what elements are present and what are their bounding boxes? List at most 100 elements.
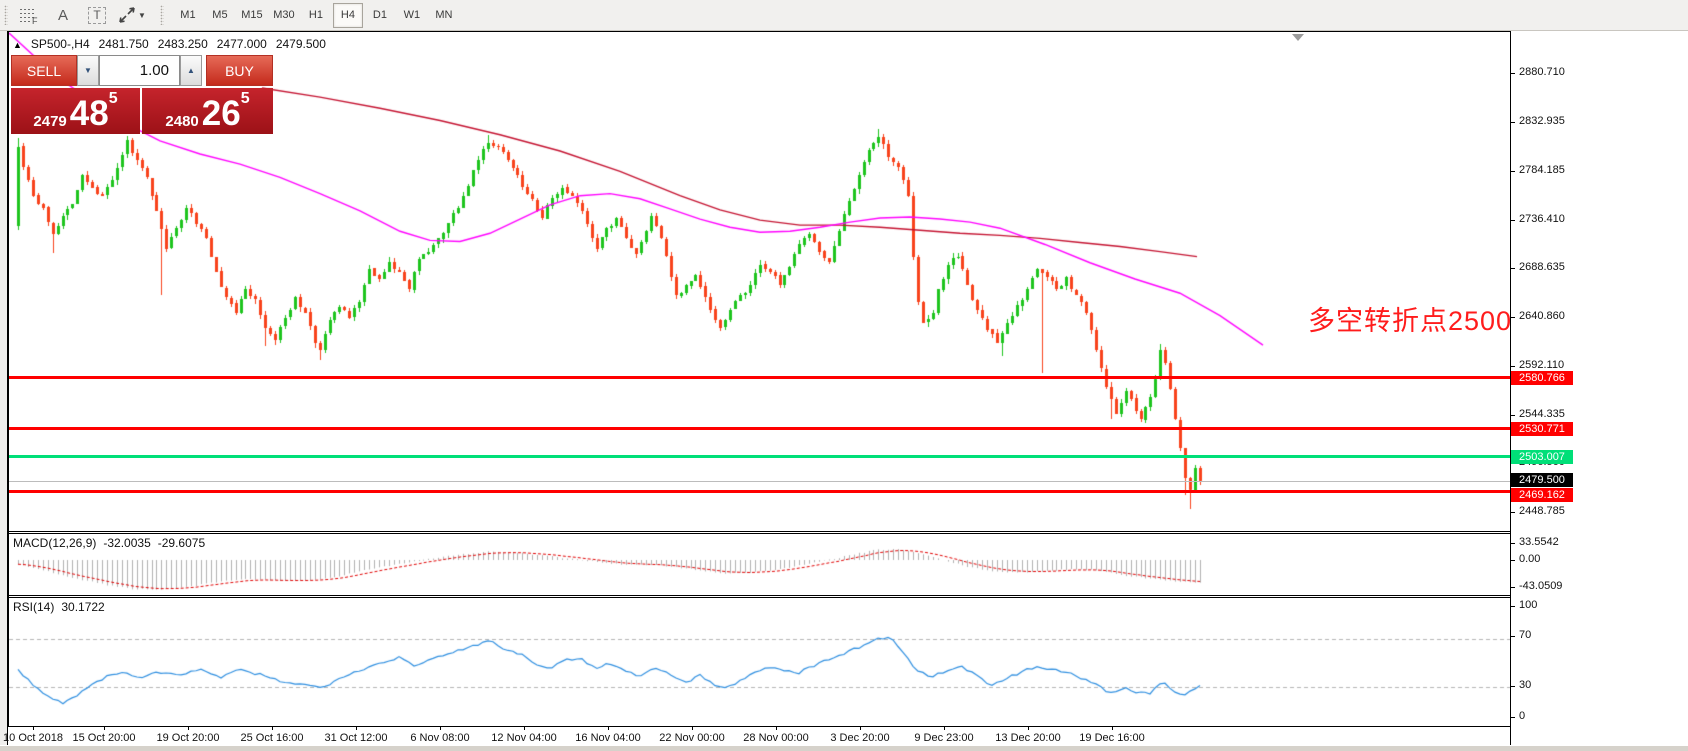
time-tick <box>356 727 357 730</box>
rsi-axis-tick <box>1511 717 1515 718</box>
hline-2580.766[interactable] <box>9 376 1510 380</box>
chevron-down-icon: ▼ <box>138 10 146 20</box>
time-tick <box>524 727 525 730</box>
rsi-indicator-chart[interactable] <box>9 598 1510 726</box>
sell-price-display[interactable]: 2479 48 5 <box>11 88 140 134</box>
macd-axis-label: 0.00 <box>1519 553 1541 565</box>
time-label: 16 Nov 04:00 <box>575 732 641 744</box>
price-tick-label: 2544.335 <box>1519 407 1565 420</box>
buy-price-pips: 26 <box>201 94 241 134</box>
macd-indicator-chart[interactable] <box>9 534 1510 595</box>
buy-price-point: 5 <box>240 90 250 107</box>
sell-price-base: 2479 <box>33 113 67 130</box>
window-left-border <box>7 31 9 745</box>
text-annotation-icon: A <box>57 6 68 24</box>
chart-text-annotation[interactable]: 多空转折点2500 <box>1308 299 1512 338</box>
rsi-axis-tick <box>1511 606 1515 607</box>
text-annotation-tool-button[interactable]: A <box>46 2 80 28</box>
timeframe-button-m1[interactable]: M1 <box>173 3 203 28</box>
sell-price-pips: 48 <box>69 94 109 134</box>
text-label-tool-button[interactable]: T <box>80 2 114 28</box>
price-tick-label: 2592.110 <box>1519 359 1565 372</box>
timeframe-button-m5[interactable]: M5 <box>205 3 235 28</box>
price-tick <box>1511 414 1515 416</box>
time-tick <box>440 727 441 730</box>
time-label: 28 Nov 00:00 <box>743 732 809 744</box>
arrow-objects-icon <box>118 6 136 24</box>
macd-label-row: MACD(12,26,9) -32.0035 -29.6075 <box>13 536 205 550</box>
buy-price-display[interactable]: 2480 26 5 <box>142 88 273 134</box>
time-tick <box>188 727 189 730</box>
price-shift-marker-icon[interactable] <box>1292 34 1304 41</box>
time-label: 3 Dec 20:00 <box>830 732 890 744</box>
timeframe-group: M1 M5 M15 M30 H1 H4 D1 W1 MN <box>172 2 460 28</box>
timeframe-button-mn[interactable]: MN <box>429 3 459 28</box>
buy-button[interactable]: BUY <box>206 55 273 86</box>
macd-axis-tick <box>1511 587 1515 588</box>
ohlc-high: 2483.250 <box>157 37 208 51</box>
price-tick-label: 2832.935 <box>1519 114 1565 127</box>
price-tick-label: 2688.635 <box>1519 261 1565 274</box>
timeframe-button-h4[interactable]: H4 <box>332 2 363 28</box>
time-label: 25 Oct 16:00 <box>240 732 304 744</box>
price-tick <box>1511 171 1515 173</box>
text-label-icon: T <box>88 6 106 24</box>
ohlc-open: 2481.750 <box>98 37 149 51</box>
price-tick-label: 2880.710 <box>1519 66 1565 78</box>
fibonacci-icon: F <box>19 7 39 24</box>
volume-input[interactable] <box>99 55 180 86</box>
time-axis[interactable]: 10 Oct 2018 15 Oct 20:00 19 Oct 20:00 25 Oc… <box>3 727 1510 745</box>
price-axis[interactable]: 2880.710 2832.935 2784.185 2736.410 2688.635… <box>1511 31 1688 745</box>
pane-divider[interactable] <box>8 597 1510 598</box>
pane-divider[interactable] <box>8 533 1510 534</box>
toolbar-grip[interactable] <box>4 5 8 25</box>
rsi-name-label: RSI(14) <box>13 600 55 614</box>
price-tick-label: 2736.410 <box>1519 212 1565 225</box>
rsi-axis-label: 30 <box>1519 679 1532 691</box>
time-label: 10 Oct 2018 <box>3 732 63 744</box>
current-price-line <box>9 481 1510 482</box>
current-price-badge: 2479.500 <box>1511 473 1573 487</box>
time-tick <box>860 727 861 730</box>
symbol-period-label: SP500-,H4 <box>30 37 90 51</box>
rsi-axis-tick <box>1511 636 1515 637</box>
timeframe-button-h1[interactable]: H1 <box>301 3 331 28</box>
pane-divider[interactable] <box>8 531 1510 532</box>
time-tick <box>272 727 273 730</box>
macd-axis-label: 33.5542 <box>1519 536 1559 548</box>
macd-axis-tick <box>1511 560 1515 561</box>
price-tick <box>1511 366 1515 368</box>
timeframe-button-m30[interactable]: M30 <box>269 3 299 28</box>
volume-decrease-button[interactable]: ▼ <box>77 55 99 86</box>
timeframe-button-m15[interactable]: M15 <box>237 3 267 28</box>
time-label: 22 Nov 00:00 <box>659 732 725 744</box>
time-label: 15 Oct 20:00 <box>72 732 136 744</box>
rsi-label-row: RSI(14) 30.1722 <box>13 600 105 614</box>
ohlc-low: 2477.000 <box>216 37 267 51</box>
macd-name-label: MACD(12,26,9) <box>13 536 97 550</box>
time-label: 19 Dec 16:00 <box>1079 732 1145 744</box>
pane-divider[interactable] <box>8 595 1510 596</box>
svg-text:F: F <box>32 16 38 24</box>
price-tick-label: 2640.860 <box>1519 309 1565 322</box>
toolbar-grip[interactable] <box>159 5 164 25</box>
hline-2503.007[interactable] <box>9 455 1510 459</box>
volume-increase-button[interactable]: ▲ <box>180 55 202 86</box>
time-tick <box>608 727 609 730</box>
one-click-trading-panel: SELL ▼ ▲ BUY 2479 48 5 2480 26 5 <box>11 55 273 134</box>
symbol-marker-icon: ▲ <box>13 40 22 50</box>
chart-header: ▲ SP500-,H4 2481.750 2483.250 2477.000 2… <box>13 37 326 51</box>
price-tick-label: 2448.785 <box>1519 505 1565 517</box>
price-tick <box>1511 219 1515 221</box>
time-tick <box>776 727 777 730</box>
time-tick <box>692 727 693 730</box>
arrow-objects-tool-button[interactable]: ▼ <box>114 2 150 28</box>
hline-2530.771[interactable] <box>9 427 1510 431</box>
fibonacci-tool-button[interactable]: F <box>12 2 46 28</box>
price-badge-2503.007: 2503.007 <box>1511 449 1573 464</box>
sell-button[interactable]: SELL <box>11 55 77 86</box>
timeframe-button-w1[interactable]: W1 <box>397 3 427 28</box>
timeframe-button-d1[interactable]: D1 <box>365 3 395 28</box>
rsi-axis-label: 70 <box>1519 629 1532 641</box>
hline-2469.162[interactable] <box>9 489 1510 493</box>
